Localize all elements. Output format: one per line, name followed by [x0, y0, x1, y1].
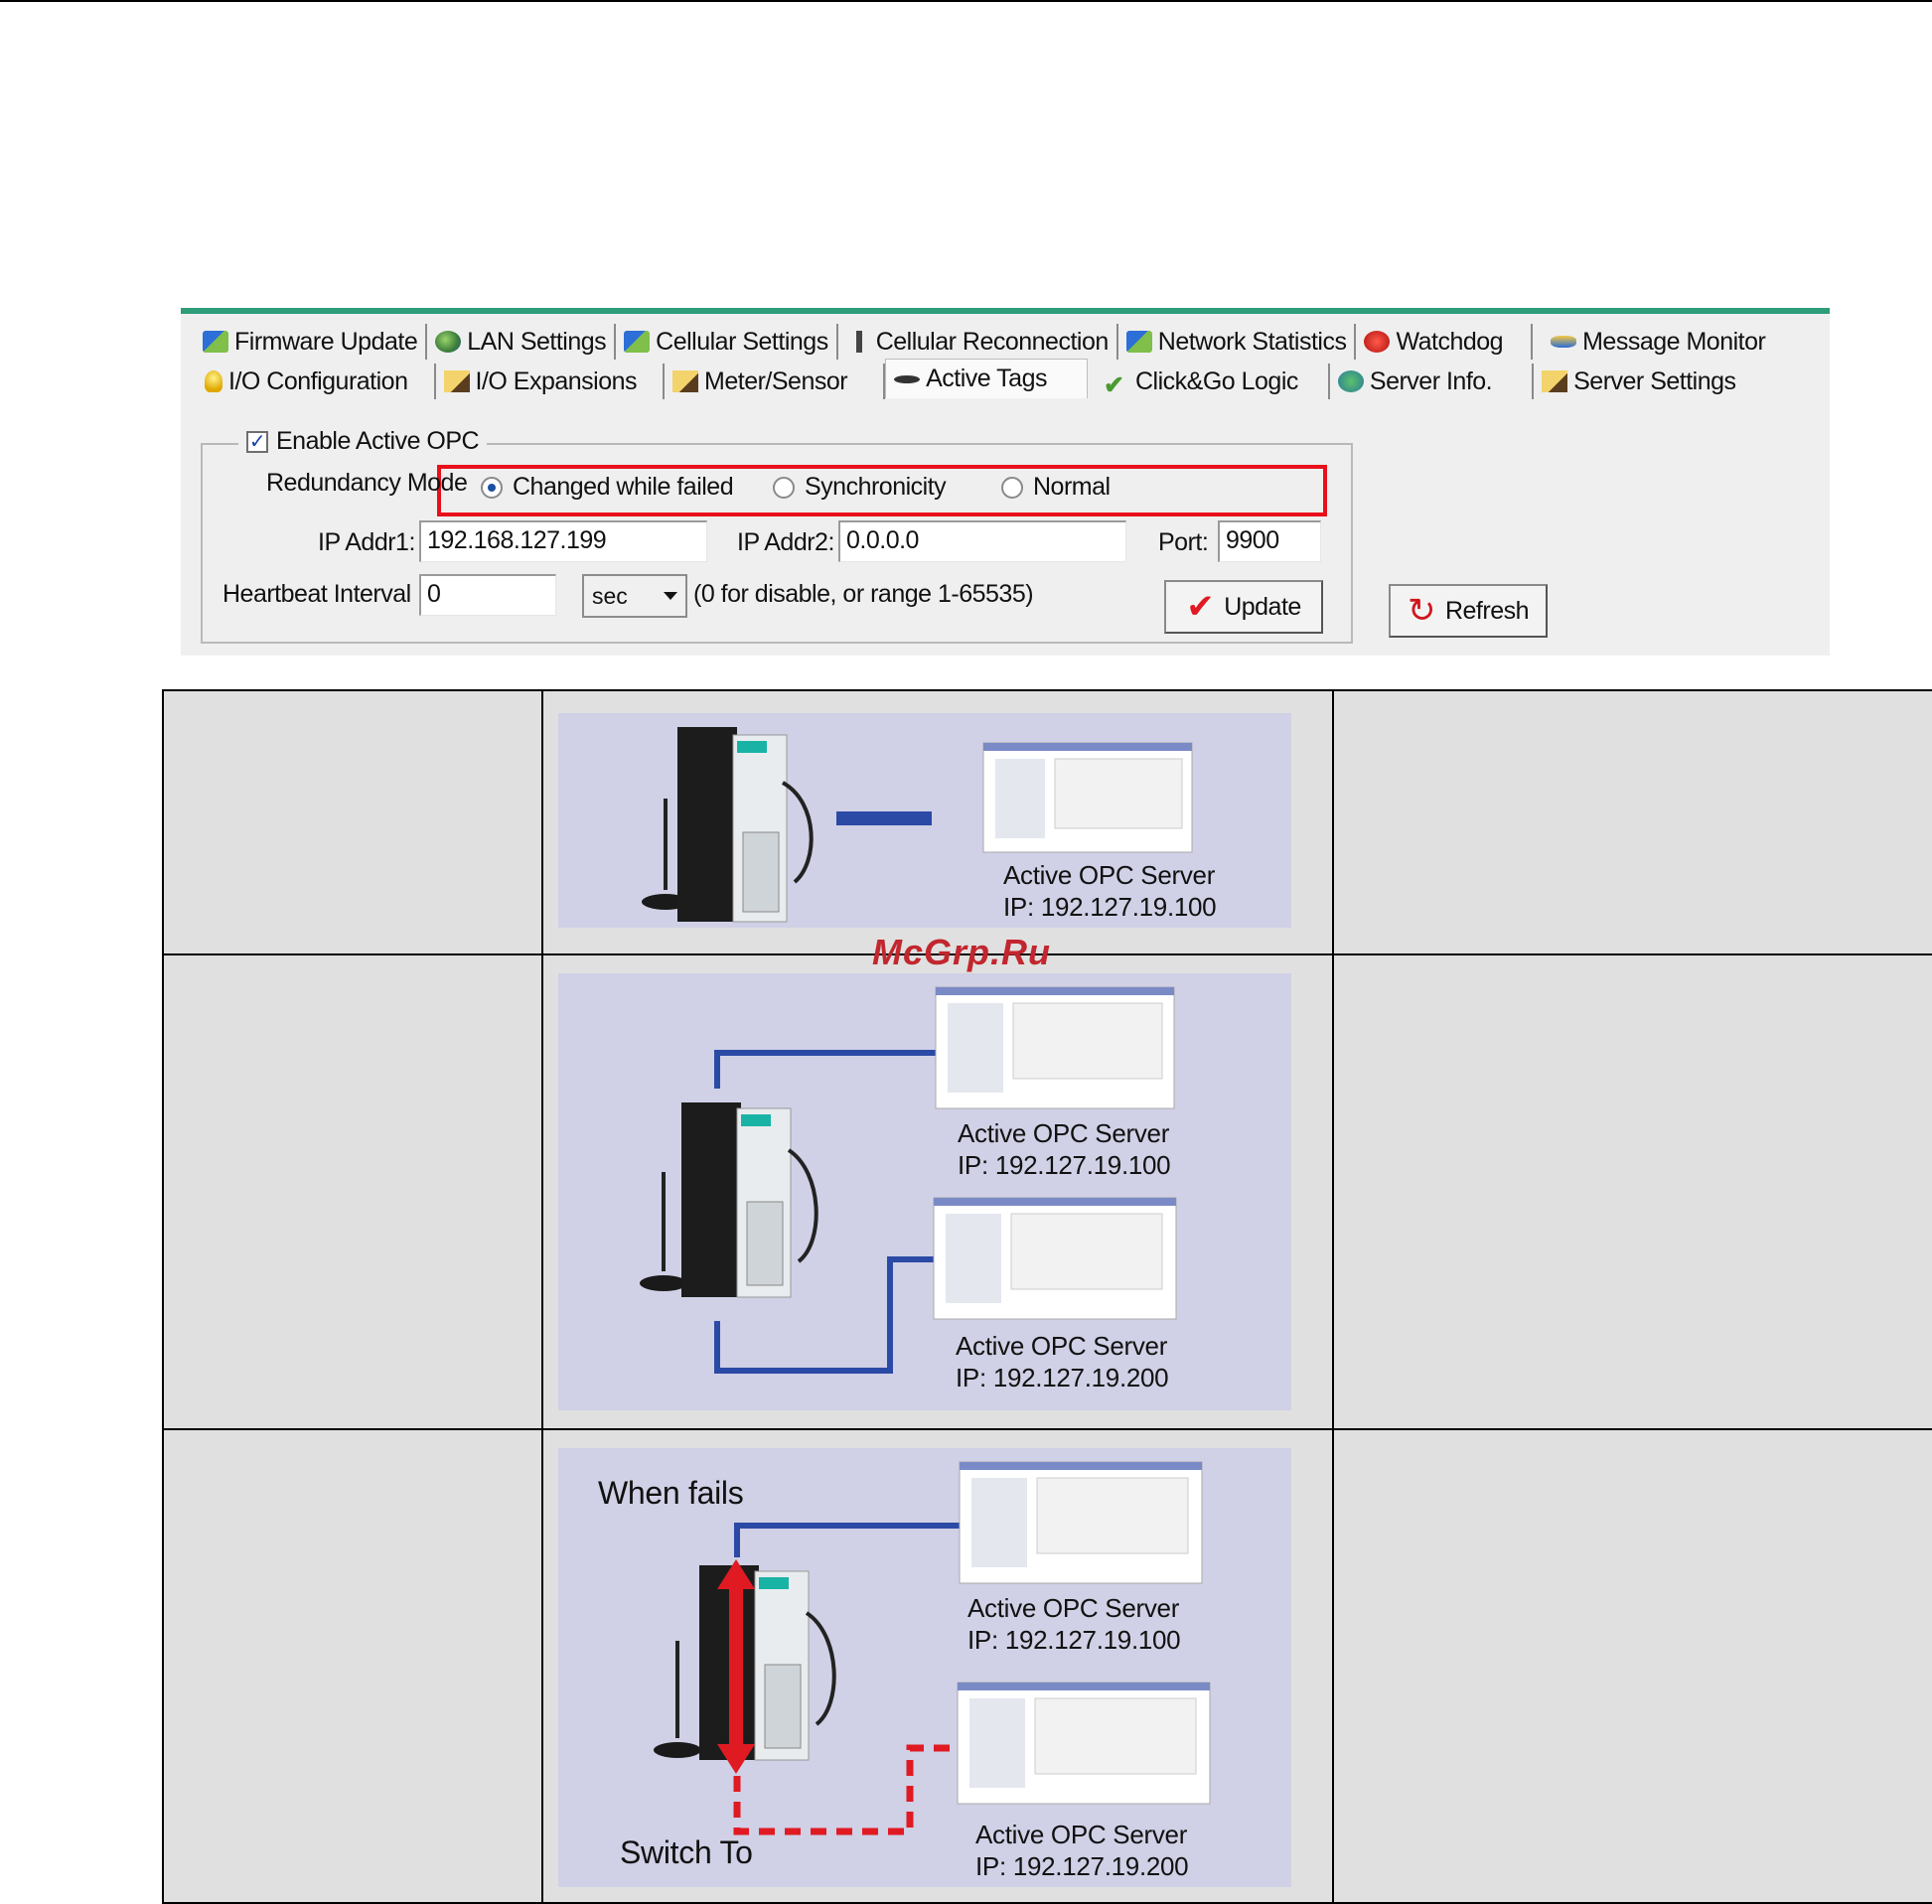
- tab-row-2: I/O Configuration I/O Expansions Meter/S…: [195, 359, 1744, 399]
- ip-addr1-label: IP Addr1:: [318, 528, 415, 556]
- tab-server-info[interactable]: Server Info.: [1330, 364, 1535, 399]
- table-border: [1332, 689, 1334, 1904]
- heartbeat-interval-label: Heartbeat Interval :: [223, 580, 424, 608]
- radio-unselected-icon: [1001, 476, 1023, 499]
- refresh-button[interactable]: ↻ Refresh: [1389, 584, 1548, 638]
- radio-selected-icon: [481, 476, 503, 499]
- server-screenshot: [959, 1461, 1203, 1584]
- server2-name: Active OPC Server: [956, 1331, 1168, 1361]
- server-name: Active OPC Server: [1003, 860, 1216, 890]
- bulb-icon: [205, 370, 223, 392]
- watermark: McGrp.Ru: [872, 932, 1052, 972]
- tab-message-monitor[interactable]: Message Monitor: [1533, 324, 1773, 360]
- refresh-icon: ↻: [1407, 592, 1436, 630]
- switch-to-label: Switch To: [620, 1834, 753, 1870]
- redundancy-mode-label: Redundancy Mode: [266, 469, 468, 497]
- tab-cellular-settings[interactable]: Cellular Settings: [616, 324, 838, 360]
- server2-name: Active OPC Server: [975, 1820, 1188, 1849]
- when-fails-label: When fails: [598, 1475, 744, 1511]
- update-button[interactable]: ✔ Update: [1164, 580, 1323, 634]
- server-ip: IP: 192.127.19.100: [1003, 892, 1217, 922]
- radio-synchronicity[interactable]: Synchronicity: [773, 473, 947, 502]
- heartbeat-interval-field[interactable]: 0: [419, 574, 556, 616]
- signal-icon: [855, 331, 862, 353]
- diagram-changed-while-failed-mode: When fails Switch To Active OPC Server I…: [558, 1448, 1291, 1887]
- ip-addr2-field[interactable]: 0.0.0.0: [838, 520, 1126, 562]
- radio-normal[interactable]: Normal: [1001, 473, 1111, 502]
- ip-addr1-field[interactable]: 192.168.127.199: [419, 520, 707, 562]
- eye-icon: [894, 374, 921, 383]
- diagram-synchronicity-mode: Active OPC Server IP: 192.127.19.100 Act…: [558, 973, 1291, 1410]
- table-border: [162, 1428, 1932, 1430]
- radio-changed-while-failed[interactable]: Changed while failed: [481, 473, 734, 502]
- link-line: [836, 811, 932, 825]
- table-cell: [1334, 955, 1932, 1428]
- link-line: [734, 1523, 960, 1557]
- port-field[interactable]: 9900: [1218, 520, 1321, 562]
- table-cell: [164, 1430, 541, 1902]
- checkmark-icon: ✔: [1186, 588, 1215, 626]
- server-screenshot: [957, 1682, 1211, 1805]
- table-cell: [164, 955, 541, 1428]
- server1-ip: IP: 192.127.19.100: [967, 1625, 1181, 1655]
- device-image: [654, 1565, 836, 1761]
- tab-server-settings[interactable]: Server Settings: [1534, 364, 1743, 399]
- table-border: [541, 689, 543, 1904]
- table-border: [162, 689, 1932, 691]
- server-screenshot: [935, 986, 1175, 1109]
- tab-cellular-reconnection[interactable]: Cellular Reconnection: [838, 324, 1118, 360]
- heartbeat-hint: (0 for disable, or range 1-65535): [693, 580, 1034, 608]
- table-cell: [164, 691, 541, 953]
- failover-link-line: [733, 1744, 958, 1835]
- device-image: [642, 727, 814, 923]
- tab-click-go-logic[interactable]: ✔ Click&Go Logic: [1088, 364, 1330, 399]
- tab-active-tags[interactable]: Active Tags: [885, 359, 1088, 398]
- radio-unselected-icon: [773, 476, 795, 499]
- tab-network-statistics[interactable]: Network Statistics: [1118, 324, 1357, 360]
- tab-firmware-update[interactable]: Firmware Update: [195, 324, 428, 360]
- server-screenshot: [933, 1197, 1177, 1320]
- message-icon: [1551, 336, 1577, 348]
- device-image: [640, 1102, 818, 1298]
- heartbeat-unit-select[interactable]: sec: [582, 574, 687, 618]
- tab-row-1: Firmware Update LAN Settings Cellular Se…: [195, 324, 1773, 360]
- network-update-icon: [203, 331, 228, 353]
- alarm-icon: [1364, 331, 1391, 353]
- redundancy-mode-table: Active OPC Server IP: 192.127.19.100 Act…: [162, 689, 1932, 1904]
- server2-ip: IP: 192.127.19.200: [975, 1851, 1189, 1881]
- tab-io-expansions[interactable]: I/O Expansions: [436, 364, 666, 399]
- server-screenshot: [982, 742, 1193, 853]
- tab-lan-settings[interactable]: LAN Settings: [427, 324, 617, 360]
- diagram-normal-mode: Active OPC Server IP: 192.127.19.100: [558, 713, 1291, 928]
- edit-icon: [443, 370, 470, 392]
- table-border: [162, 689, 164, 1904]
- ip-addr2-label: IP Addr2:: [737, 528, 834, 556]
- server2-ip: IP: 192.127.19.200: [956, 1363, 1169, 1392]
- globe-icon: [435, 331, 462, 353]
- top-rule: [0, 0, 1932, 2]
- check-icon: ✔: [1103, 371, 1124, 399]
- chevron-down-icon: [664, 592, 677, 600]
- server1-ip: IP: 192.127.19.100: [958, 1150, 1171, 1180]
- port-label: Port:: [1158, 528, 1209, 556]
- server1-name: Active OPC Server: [967, 1593, 1180, 1623]
- network-icon: [1125, 331, 1152, 353]
- info-icon: [1337, 370, 1364, 392]
- table-cell: [1334, 1430, 1932, 1902]
- tab-io-configuration[interactable]: I/O Configuration: [195, 364, 436, 399]
- enable-active-opc-checkbox[interactable]: ✓ Enable Active OPC: [238, 427, 488, 456]
- active-opc-settings-panel: Firmware Update LAN Settings Cellular Se…: [181, 308, 1830, 656]
- edit-icon: [672, 370, 699, 392]
- checkbox-checked-icon[interactable]: ✓: [246, 430, 268, 453]
- tab-meter-sensor[interactable]: Meter/Sensor: [665, 364, 886, 399]
- server1-name: Active OPC Server: [958, 1118, 1170, 1148]
- link-line: [714, 1050, 936, 1089]
- tab-watchdog[interactable]: Watchdog: [1356, 324, 1534, 360]
- edit-icon: [1542, 370, 1568, 392]
- table-cell: [1334, 691, 1932, 953]
- network-icon: [624, 331, 651, 353]
